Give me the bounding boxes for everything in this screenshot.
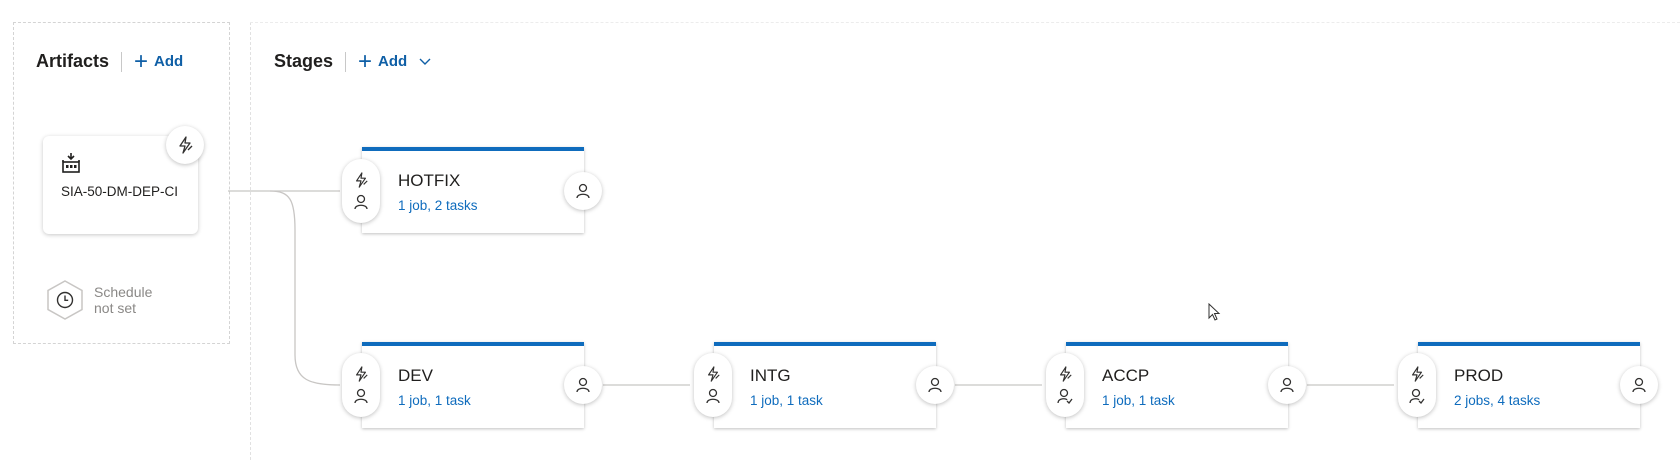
stage-card-prod[interactable]: PROD 2 jobs, 4 tasks [1418, 342, 1640, 428]
post-deployment-conditions-button[interactable] [1268, 366, 1306, 404]
person-approver-icon [576, 377, 590, 393]
stage-tasks-link[interactable]: 1 job, 1 task [750, 393, 823, 408]
stage-card-dev[interactable]: DEV 1 job, 1 task [362, 342, 584, 428]
stage-name: HOTFIX [398, 171, 461, 190]
stage-tasks-link[interactable]: 1 job, 1 task [398, 393, 471, 408]
person-approver-icon [706, 388, 720, 404]
person-approval-check-icon [1057, 388, 1073, 404]
pre-deployment-conditions-button[interactable] [342, 159, 380, 223]
stage-card-intg[interactable]: INTG 1 job, 1 task [714, 342, 936, 428]
person-approver-icon [928, 377, 942, 393]
post-deployment-conditions-button[interactable] [564, 172, 602, 210]
stage-tasks-link[interactable]: 2 jobs, 4 tasks [1454, 393, 1540, 408]
stage-tasks-link[interactable]: 1 job, 2 tasks [398, 198, 478, 213]
lightning-trigger-icon [355, 172, 368, 188]
lightning-trigger-icon [1411, 366, 1424, 382]
stage-name: PROD [1454, 366, 1504, 385]
lightning-trigger-icon [1059, 366, 1072, 382]
person-approver-icon [1280, 377, 1294, 393]
post-deployment-conditions-button[interactable] [1620, 366, 1658, 404]
stage-tasks-link[interactable]: 1 job, 1 task [1102, 393, 1175, 408]
lightning-trigger-icon [355, 366, 368, 382]
person-approver-icon [354, 388, 368, 404]
person-approver-icon [1632, 377, 1646, 393]
stage-name: ACCP [1102, 366, 1150, 385]
pre-deployment-conditions-button[interactable] [1398, 353, 1436, 417]
mouse-cursor-icon [1208, 303, 1221, 321]
person-approval-check-icon [1409, 388, 1425, 404]
pre-deployment-conditions-button[interactable] [342, 353, 380, 417]
person-approver-icon [354, 194, 368, 210]
pre-deployment-conditions-button[interactable] [1046, 353, 1084, 417]
pre-deployment-conditions-button[interactable] [694, 353, 732, 417]
post-deployment-conditions-button[interactable] [916, 366, 954, 404]
stage-card-hotfix[interactable]: HOTFIX 1 job, 2 tasks [362, 147, 584, 233]
stage-card-accp[interactable]: ACCP 1 job, 1 task [1066, 342, 1288, 428]
lightning-trigger-icon [707, 366, 720, 382]
person-approver-icon [576, 183, 590, 199]
stage-name: DEV [398, 366, 433, 385]
post-deployment-conditions-button[interactable] [564, 366, 602, 404]
stage-name: INTG [750, 366, 791, 385]
